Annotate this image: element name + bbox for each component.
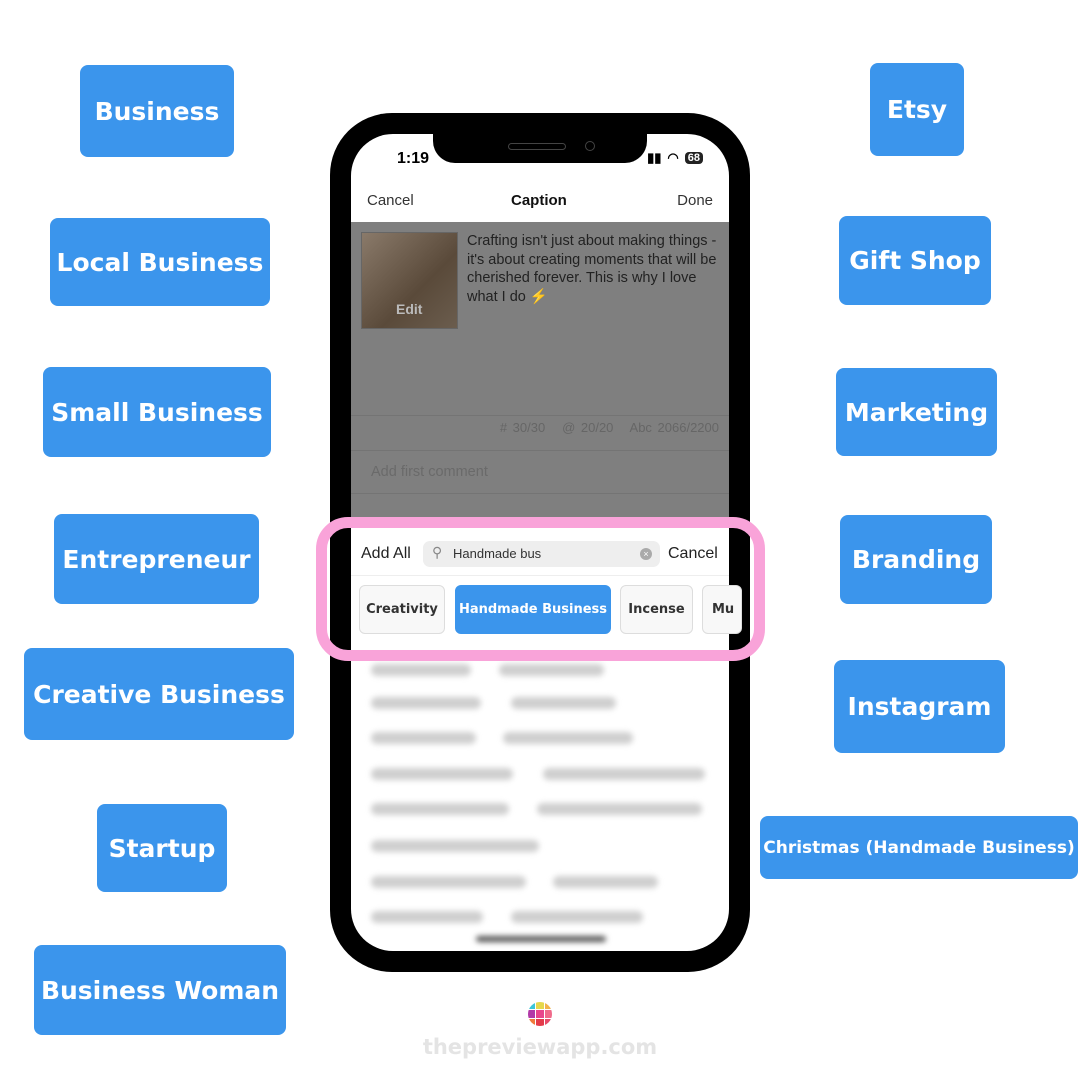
hashtag-count: # 30/30 [499,420,546,435]
char-count: Abc 2066/2200 [629,420,719,435]
tag-creative-business: Creative Business [24,648,294,740]
tag-christmas: Christmas (Handmade Business) [760,816,1078,879]
tag-startup: Startup [97,804,227,892]
first-comment-input[interactable]: Add first comment [371,464,488,480]
caption-editor: Edit Crafting isn't just about making th… [351,222,729,522]
wifi-icon: ◠ [667,150,679,165]
tag-business-woman: Business Woman [34,945,286,1035]
status-time: 1:19 [397,150,430,167]
cancel-button[interactable]: Cancel [367,192,414,209]
status-icons: ▮▮ ◠ 68 [647,150,703,166]
caption-text[interactable]: Crafting isn't just about making things … [467,232,722,306]
footer-domain: thepreviewapp.com [422,1035,658,1059]
post-thumbnail[interactable]: Edit [361,232,458,329]
nav-bar: Cancel Caption Done [351,192,729,222]
counters: # 30/30 @ 20/20 Abc 2066/2200 [500,420,719,435]
tag-local-business: Local Business [50,218,270,306]
tag-etsy: Etsy [870,63,964,156]
tag-business: Business [80,65,234,157]
signal-icon: ▮▮ [647,150,662,165]
page-title: Caption [511,192,567,209]
done-button[interactable]: Done [677,192,713,209]
tag-marketing: Marketing [836,368,997,456]
tag-small-business: Small Business [43,367,271,457]
tag-instagram: Instagram [834,660,1005,753]
battery-icon: 68 [684,152,703,164]
mention-count: @ 20/20 [562,420,614,435]
edit-label: Edit [396,301,423,317]
preview-app-logo [528,1002,552,1026]
tag-gift-shop: Gift Shop [839,216,991,305]
highlight-frame [316,517,765,661]
tag-entrepreneur: Entrepreneur [54,514,259,604]
notch [433,134,647,163]
tag-branding: Branding [840,515,992,604]
